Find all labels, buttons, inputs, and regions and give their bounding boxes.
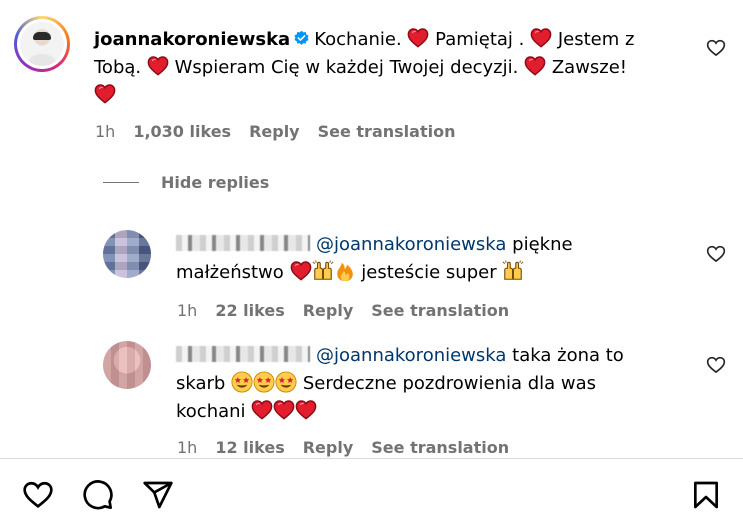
reply-time: 1h <box>177 301 198 320</box>
reply-1-text-b: małżeństwo <box>176 262 284 283</box>
blurred-username[interactable] <box>176 346 310 362</box>
red-heart-emoji <box>147 55 169 77</box>
star-struck-emoji <box>231 371 253 393</box>
hide-replies-row[interactable]: Hide replies <box>103 173 269 192</box>
red-heart-emoji <box>251 399 273 421</box>
star-struck-emoji <box>275 371 297 393</box>
like-reply-2-heart-icon[interactable] <box>706 355 726 375</box>
reply-2-text-b: skarb <box>176 373 226 394</box>
hide-replies-button[interactable]: Hide replies <box>161 173 269 192</box>
raising-hands-emoji <box>502 260 524 282</box>
username[interactable]: joannakoroniewska <box>94 29 290 50</box>
raising-hands-emoji <box>312 260 334 282</box>
reply-2-text-a: taka żona to <box>512 345 624 366</box>
post-action-bar <box>0 458 743 531</box>
star-struck-emoji <box>253 371 275 393</box>
divider-line <box>103 182 139 183</box>
verified-badge-icon <box>294 30 309 45</box>
red-heart-emoji <box>524 55 546 77</box>
avatar-reply-1[interactable] <box>103 230 151 278</box>
bookmark-icon[interactable] <box>690 479 722 511</box>
see-translation-button[interactable]: See translation <box>371 438 509 457</box>
heart-icon[interactable] <box>22 479 54 511</box>
reply-2-text-d: kochani <box>176 401 246 422</box>
segment-4: Wspieram Cię w każdej Twojej decyzji. <box>174 57 519 78</box>
red-heart-emoji <box>94 83 116 105</box>
avatar-joannakoroniewska[interactable] <box>14 16 70 72</box>
main-comment-text: joannakoroniewska Kochanie. Pamiętaj . Je… <box>94 26 674 110</box>
mention-link[interactable]: @joannakoroniewska <box>316 345 506 366</box>
red-heart-emoji <box>273 399 295 421</box>
reply-time: 1h <box>177 438 198 457</box>
segment-2: Pamiętaj . <box>435 29 525 50</box>
like-reply-1-heart-icon[interactable] <box>706 244 726 264</box>
likes-count[interactable]: 22 likes <box>215 301 284 320</box>
mention-link[interactable]: @joannakoroniewska <box>316 234 506 255</box>
reply-button[interactable]: Reply <box>303 301 354 320</box>
segment-5: Zawsze! <box>551 57 628 78</box>
segment-1: Kochanie. <box>314 29 402 50</box>
blurred-username[interactable] <box>176 235 310 251</box>
like-comment-heart-icon[interactable] <box>706 38 726 58</box>
see-translation-button[interactable]: See translation <box>371 301 509 320</box>
red-heart-emoji <box>295 399 317 421</box>
reply-1-text-a: piękne <box>512 234 573 255</box>
red-heart-emoji <box>407 27 429 49</box>
reply-1-meta: 1h 22 likes Reply See translation <box>177 301 509 320</box>
reply-1-text-c: jesteście super <box>361 262 497 283</box>
likes-count[interactable]: 12 likes <box>215 438 284 457</box>
avatar-reply-2[interactable] <box>103 341 151 389</box>
main-comment-meta: 1h 1,030 likes Reply See translation <box>95 122 455 141</box>
red-heart-emoji <box>530 27 552 49</box>
share-icon[interactable] <box>142 479 174 511</box>
comment-icon[interactable] <box>82 479 114 511</box>
likes-count[interactable]: 1,030 likes <box>133 122 231 141</box>
reply-2-meta: 1h 12 likes Reply See translation <box>177 438 509 457</box>
comment-time: 1h <box>95 122 116 141</box>
reply-button[interactable]: Reply <box>303 438 354 457</box>
reply-button[interactable]: Reply <box>249 122 300 141</box>
see-translation-button[interactable]: See translation <box>318 122 456 141</box>
reply-2-text: @joannakoroniewska taka żona to skarb Se… <box>176 342 696 426</box>
reply-2-text-c: Serdeczne pozdrowienia dla was <box>302 373 597 394</box>
fire-emoji <box>334 260 356 282</box>
red-heart-emoji <box>290 260 312 282</box>
reply-1-text: @joannakoroniewska piękne małżeństwo jes… <box>176 231 696 287</box>
